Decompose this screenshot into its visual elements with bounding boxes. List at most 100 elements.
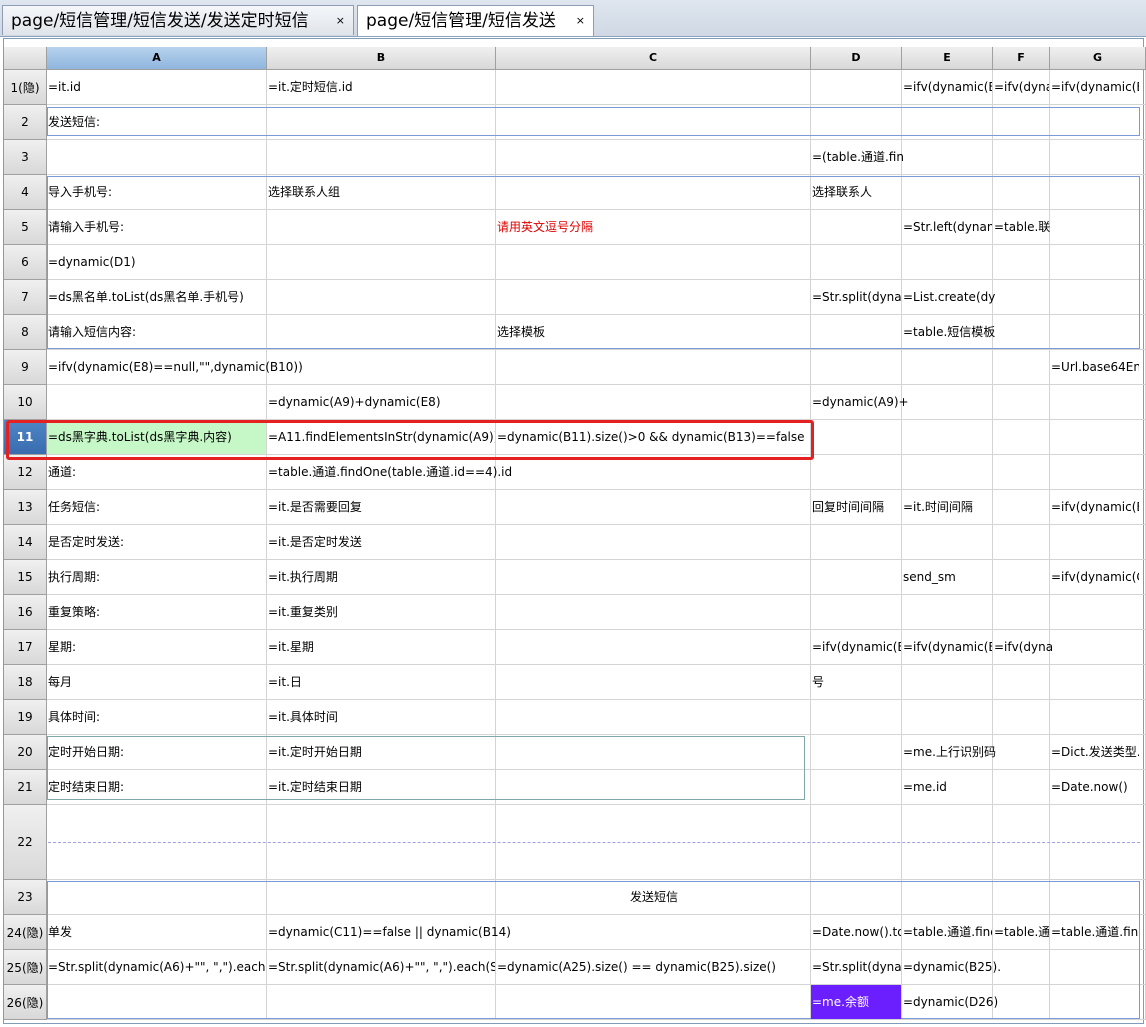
cell-e13[interactable]: =it.时间间隔	[902, 490, 1049, 524]
cell-e1[interactable]: =ifv(dynamic(B	[902, 70, 992, 104]
close-icon[interactable]: ×	[336, 6, 345, 36]
cell-b21[interactable]: =it.定时结束日期	[267, 770, 901, 804]
row-header-1[interactable]: 1(隐)	[4, 70, 47, 105]
row-header-12[interactable]: 12	[4, 455, 47, 490]
cell-b16[interactable]: =it.重复类别	[267, 595, 1139, 629]
cell-a17[interactable]: 星期:	[47, 630, 266, 664]
cell-e25[interactable]: =dynamic(B25).	[902, 950, 1139, 984]
cell-d13[interactable]: 回复时间间隔	[811, 490, 901, 524]
cell-a14[interactable]: 是否定时发送:	[47, 525, 266, 559]
cell-e15[interactable]: send_sm	[902, 560, 1049, 594]
cell-b20[interactable]: =it.定时开始日期	[267, 735, 901, 769]
cell-a1[interactable]: =it.id	[47, 70, 266, 104]
row-header-15[interactable]: 15	[4, 560, 47, 595]
row-header-22[interactable]: 22	[4, 805, 47, 880]
cell-a2[interactable]: 发送短信:	[47, 105, 1139, 139]
cell-a4[interactable]: 导入手机号:	[47, 175, 266, 209]
row-header-5[interactable]: 5	[4, 210, 47, 245]
row-header-20[interactable]: 20	[4, 735, 47, 770]
spreadsheet-grid[interactable]: A B C D E F G 1(隐) 2 3 4 5 6 7 8 9 10 11 12 13 14 15 16 17 18 19 2…	[4, 47, 1146, 1023]
cell-e8[interactable]: =table.短信模板	[902, 315, 1139, 349]
cell-d25[interactable]: =Str.split(dyna	[811, 950, 901, 984]
row-header-2[interactable]: 2	[4, 105, 47, 140]
cell-b1[interactable]: =it.定时短信.id	[267, 70, 901, 104]
cell-a18[interactable]: 每月	[47, 665, 266, 699]
row-header-16[interactable]: 16	[4, 595, 47, 630]
cell-g15[interactable]: =ifv(dynamic(C	[1050, 560, 1139, 594]
cell-d17[interactable]: =ifv(dynamic(B	[811, 630, 901, 664]
column-header-d[interactable]: D	[811, 47, 902, 70]
row-header-23[interactable]: 23	[4, 880, 47, 915]
cell-c25[interactable]: =dynamic(A25).size() == dynamic(B25).siz…	[496, 950, 810, 984]
column-header-g[interactable]: G	[1050, 47, 1146, 70]
row-header-21[interactable]: 21	[4, 770, 47, 805]
cell-d3[interactable]: =(table.通道.fin	[811, 140, 1139, 174]
cell-c5[interactable]: 请用英文逗号分隔	[496, 210, 901, 244]
cell-c8[interactable]: 选择模板	[496, 315, 901, 349]
cell-a6[interactable]: =dynamic(D1)	[47, 245, 1139, 279]
cell-d10[interactable]: =dynamic(A9)+	[811, 385, 1139, 419]
cell-a20[interactable]: 定时开始日期:	[47, 735, 266, 769]
row-header-19[interactable]: 19	[4, 700, 47, 735]
cell-a8[interactable]: 请输入短信内容:	[47, 315, 495, 349]
tab-send-scheduled-sms[interactable]: page/短信管理/短信发送/发送定时短信 ×	[2, 5, 354, 35]
cell-b15[interactable]: =it.执行周期	[267, 560, 901, 594]
close-icon[interactable]: ×	[576, 6, 585, 36]
cell-g9[interactable]: =Url.base64En	[1050, 350, 1139, 384]
cell-d7[interactable]: =Str.split(dyna	[811, 280, 901, 314]
cell-b11[interactable]: =A11.findElementsInStr(dynamic(A9))	[267, 420, 495, 454]
cell-a9[interactable]: =ifv(dynamic(E8)==null,"",dynamic(B10))	[47, 350, 1049, 384]
cell-f1[interactable]: =ifv(dyna	[993, 70, 1049, 104]
row-header-4[interactable]: 4	[4, 175, 47, 210]
cell-b4[interactable]: 选择联系人组	[267, 175, 810, 209]
cell-a25[interactable]: =Str.split(dynamic(A6)+"", ",").each(Str	[47, 950, 266, 984]
cell-b19[interactable]: =it.具体时间	[267, 700, 1139, 734]
cell-e5[interactable]: =Str.left(dynam	[902, 210, 992, 244]
cell-e17[interactable]: =ifv(dynamic(B	[902, 630, 992, 664]
column-header-e[interactable]: E	[902, 47, 993, 70]
row-header-10[interactable]: 10	[4, 385, 47, 420]
row-header-6[interactable]: 6	[4, 245, 47, 280]
cell-d18[interactable]: 号	[811, 665, 1139, 699]
cell-c23[interactable]: 发送短信	[496, 880, 811, 914]
row-header-24[interactable]: 24(隐)	[4, 915, 47, 950]
row-header-25[interactable]: 25(隐)	[4, 950, 47, 985]
column-header-a[interactable]: A	[47, 47, 267, 70]
row-header-3[interactable]: 3	[4, 140, 47, 175]
cell-f5[interactable]: =table.联	[993, 210, 1139, 244]
cell-a12[interactable]: 通道:	[47, 455, 266, 489]
column-header-b[interactable]: B	[267, 47, 496, 70]
cell-b24[interactable]: =dynamic(C11)==false || dynamic(B14)	[267, 915, 810, 949]
cell-b14[interactable]: =it.是否定时发送	[267, 525, 1139, 559]
cell-g13[interactable]: =ifv(dynamic(B	[1050, 490, 1139, 524]
cell-d24[interactable]: =Date.now().to	[811, 915, 901, 949]
row-header-11[interactable]: 11	[4, 420, 47, 455]
cell-e24[interactable]: =table.通道.find	[902, 915, 992, 949]
cell-a5[interactable]: 请输入手机号:	[47, 210, 495, 244]
cell-a19[interactable]: 具体时间:	[47, 700, 266, 734]
cell-e20[interactable]: =me.上行识别码	[902, 735, 1049, 769]
cell-g21[interactable]: =Date.now()	[1050, 770, 1139, 804]
cell-d26[interactable]: =me.余额	[811, 985, 901, 1019]
cell-g24[interactable]: =table.通道.find	[1050, 915, 1139, 949]
cell-b12[interactable]: =table.通道.findOne(table.通道.id==4).id	[267, 455, 1139, 489]
row-header-17[interactable]: 17	[4, 630, 47, 665]
cell-a16[interactable]: 重复策略:	[47, 595, 266, 629]
cell-f17[interactable]: =ifv(dyna	[993, 630, 1139, 664]
row-header-9[interactable]: 9	[4, 350, 47, 385]
row-header-7[interactable]: 7	[4, 280, 47, 315]
cell-e26[interactable]: =dynamic(D26)	[902, 985, 1139, 1019]
row-header-8[interactable]: 8	[4, 315, 47, 350]
tab-send-sms[interactable]: page/短信管理/短信发送 ×	[357, 5, 594, 36]
cell-a24[interactable]: 单发	[47, 915, 266, 949]
row-header-26[interactable]: 26(隐)	[4, 985, 47, 1020]
cell-a13[interactable]: 任务短信:	[47, 490, 266, 524]
row-header-14[interactable]: 14	[4, 525, 47, 560]
cell-e21[interactable]: =me.id	[902, 770, 1049, 804]
cell-a7[interactable]: =ds黑名单.toList(ds黑名单.手机号)	[47, 280, 810, 314]
column-header-f[interactable]: F	[993, 47, 1050, 70]
cell-g20[interactable]: =Dict.发送类型.	[1050, 735, 1139, 769]
cell-a11[interactable]: =ds黑字典.toList(ds黑字典.内容)	[47, 420, 266, 454]
cell-b13[interactable]: =it.是否需要回复	[267, 490, 810, 524]
cell-e7[interactable]: =List.create(dy	[902, 280, 1139, 314]
